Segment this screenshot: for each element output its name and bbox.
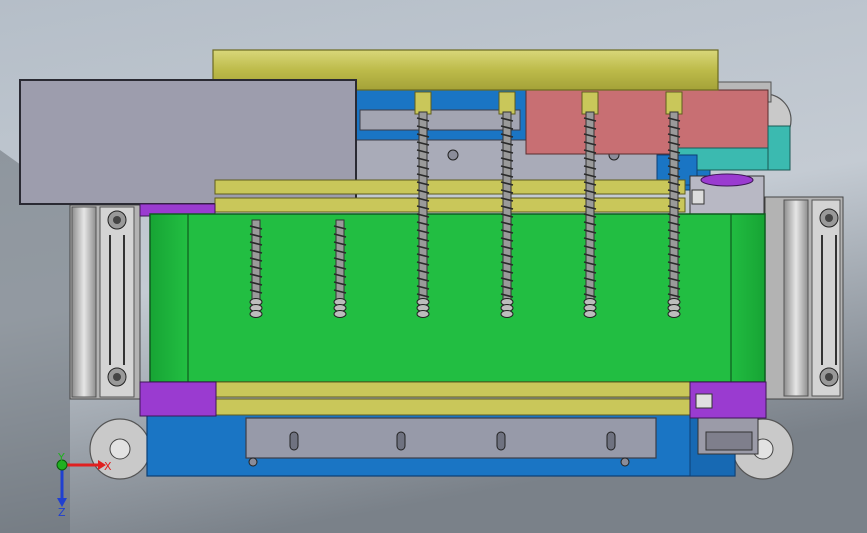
mounting-slot: [606, 431, 616, 451]
adjusting-bolt: [333, 219, 347, 318]
bolt-head: [581, 91, 599, 115]
lower-yellow-rail-2: [214, 398, 691, 416]
bolt-head: [498, 91, 516, 115]
cad-viewport[interactable]: X Y Z: [0, 0, 867, 533]
bolt-nut: [416, 310, 430, 318]
bolt-nut: [333, 310, 347, 318]
mounting-plate: [245, 417, 657, 459]
left-roller-frame: [69, 204, 141, 400]
lower-yellow-rail: [214, 381, 691, 398]
viewport-shadow: [0, 150, 70, 533]
bolt-nut: [249, 310, 263, 318]
mounting-slot: [289, 431, 299, 451]
plate-screw: [620, 457, 630, 467]
adjusting-bolt: [249, 219, 263, 318]
bolt-head: [414, 91, 432, 115]
motor-block-face: [705, 431, 753, 451]
triad-y-label: Y: [57, 451, 65, 464]
upper-yellow-rail-2: [214, 197, 686, 213]
bottom-left-pulley: [89, 418, 151, 480]
mounting-slot: [496, 431, 506, 451]
bolt-nut: [500, 310, 514, 318]
right-idler-purple: [700, 173, 754, 187]
lower-right-clip: [695, 393, 713, 409]
pink-plate: [525, 89, 769, 155]
triad-z-label: Z: [58, 506, 66, 519]
bracket-screw: [447, 149, 459, 161]
bolt-nut: [667, 310, 681, 318]
purple-block-lower-left: [139, 381, 217, 417]
bolt-nut: [583, 310, 597, 318]
teal-bracket-tab: [767, 125, 791, 171]
plate-screw: [248, 457, 258, 467]
gray-inner-strip: [359, 109, 521, 131]
upper-yellow-rail: [214, 179, 686, 195]
mounting-slot: [396, 431, 406, 451]
bolt-head: [665, 91, 683, 115]
triad-x-label: X: [104, 460, 112, 473]
right-roller-frame: [764, 196, 844, 400]
idler-nut: [691, 189, 705, 205]
